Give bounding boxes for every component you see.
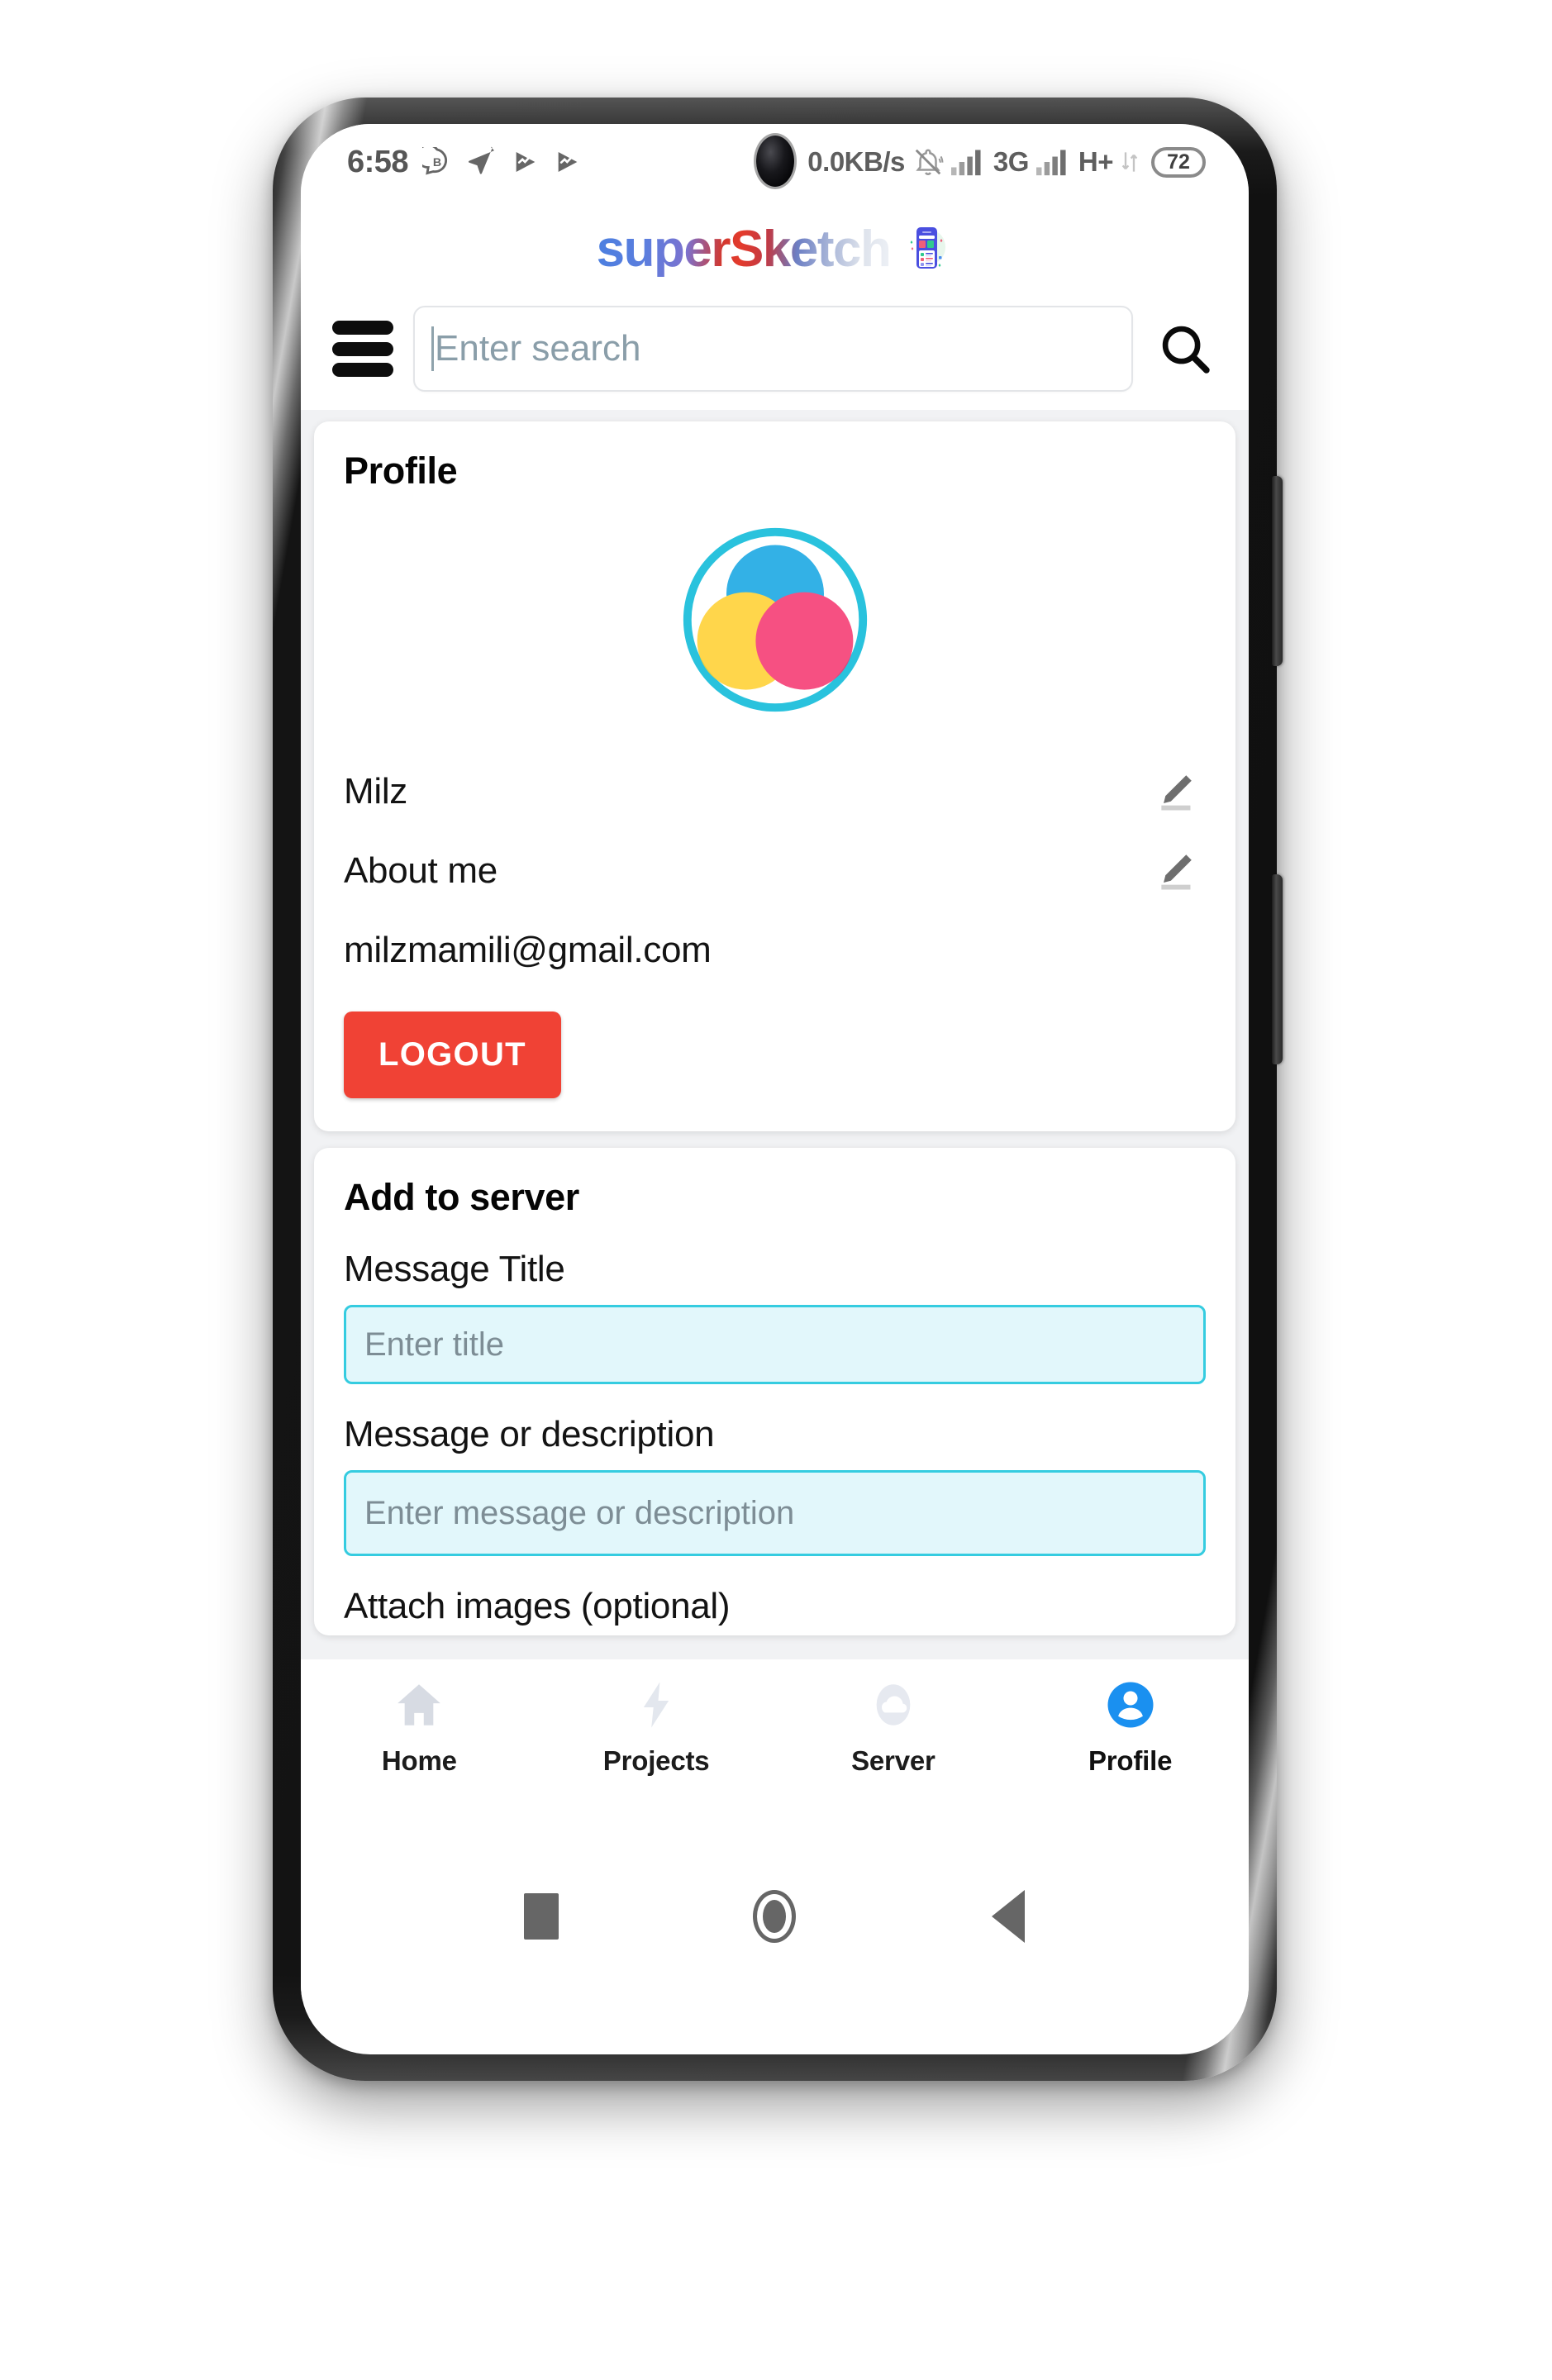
nav-label-server: Server	[851, 1745, 935, 1776]
square-recents-icon[interactable]	[492, 1867, 591, 1966]
add-to-server-card: Add to server Message Title Message or d…	[314, 1148, 1235, 1635]
profile-name-row: Milz	[344, 752, 1206, 831]
profile-about-row: About me	[344, 831, 1206, 911]
triangle-back-icon[interactable]	[959, 1867, 1058, 1966]
profile-email-label: milzmamili@gmail.com	[344, 930, 712, 970]
nav-label-profile: Profile	[1088, 1745, 1173, 1776]
profile-name-label: Milz	[344, 771, 408, 812]
network-type-label: H+	[1078, 146, 1114, 177]
person-icon	[1103, 1678, 1158, 1732]
phone-app-illustration-icon	[900, 222, 953, 275]
nav-item-home[interactable]: Home	[301, 1678, 538, 1777]
nav-item-projects[interactable]: Projects	[538, 1678, 775, 1777]
profile-about-label: About me	[344, 850, 497, 891]
bell-off-icon	[912, 146, 944, 178]
search-placeholder-text: Enter search	[435, 328, 641, 369]
play-wave-icon	[512, 148, 540, 176]
chat-b-icon: B	[422, 147, 452, 177]
android-system-navigation	[301, 1831, 1249, 2002]
search-icon[interactable]	[1153, 317, 1217, 381]
search-bar-row: Enter search	[301, 298, 1249, 410]
volume-up-hardware-button[interactable]	[1272, 476, 1283, 666]
cloud-icon	[866, 1678, 921, 1732]
profile-card: Profile Milz About me milzmamili@gmail.c…	[314, 421, 1235, 1131]
bolt-icon	[629, 1678, 683, 1732]
message-title-label: Message Title	[344, 1249, 565, 1289]
logout-button[interactable]: LOGOUT	[344, 1011, 561, 1098]
profile-email-row: milzmamili@gmail.com	[344, 911, 1206, 990]
app-header: superSketch	[301, 200, 1249, 298]
nav-label-projects: Projects	[602, 1745, 710, 1776]
app-brand-title: superSketch	[596, 220, 892, 278]
nav-item-profile[interactable]: Profile	[1012, 1678, 1249, 1777]
status-bar-clock: 6:58	[347, 144, 409, 179]
nav-item-server[interactable]: Server	[775, 1678, 1012, 1777]
send-icon	[466, 146, 497, 178]
play-wave-icon	[554, 148, 582, 176]
network-speed-label: 0.0KB/s	[807, 146, 905, 177]
nav-label-home: Home	[381, 1745, 457, 1776]
add-to-server-title: Add to server	[344, 1176, 579, 1218]
scrollable-content[interactable]: Profile Milz About me milzmamili@gmail.c…	[301, 410, 1249, 1831]
volume-down-hardware-button[interactable]	[1272, 874, 1283, 1064]
attach-images-label: Attach images (optional)	[344, 1586, 731, 1626]
profile-card-title: Profile	[344, 450, 458, 492]
home-icon	[392, 1678, 446, 1732]
status-bar-right-group: 0.0KB/s 3G H+ 72	[807, 146, 1206, 178]
network-generation-label: 3G	[993, 146, 1030, 177]
text-cursor	[431, 326, 434, 371]
bottom-navigation-bar: Home Projects Server Profile	[301, 1659, 1249, 1831]
pencil-edit-icon[interactable]	[1150, 766, 1201, 817]
status-bar-left-group: 6:58 B	[347, 145, 582, 180]
message-title-input[interactable]	[344, 1305, 1206, 1384]
message-description-label: Message or description	[344, 1414, 715, 1454]
signal-bars-icon	[1035, 148, 1071, 176]
search-input[interactable]: Enter search	[413, 306, 1133, 392]
signal-bars-icon	[950, 148, 986, 176]
svg-text:B: B	[433, 156, 441, 169]
phone-device-frame: 6:58 B 0.0KB/s 3G H+ 72 superSketch Ente…	[273, 98, 1283, 2081]
venn-diagram-avatar[interactable]	[678, 522, 873, 717]
front-camera-punch-hole	[755, 136, 794, 187]
pencil-edit-icon[interactable]	[1150, 845, 1201, 897]
circle-home-icon[interactable]	[725, 1867, 824, 1966]
phone-screen: 6:58 B 0.0KB/s 3G H+ 72 superSketch Ente…	[301, 124, 1249, 2054]
battery-indicator: 72	[1151, 146, 1206, 178]
message-description-input[interactable]	[344, 1470, 1206, 1556]
avatar-container	[344, 522, 1206, 717]
hamburger-menu-icon[interactable]	[332, 321, 393, 377]
battery-level-label: 72	[1167, 150, 1190, 174]
data-transfer-icon	[1121, 150, 1139, 174]
